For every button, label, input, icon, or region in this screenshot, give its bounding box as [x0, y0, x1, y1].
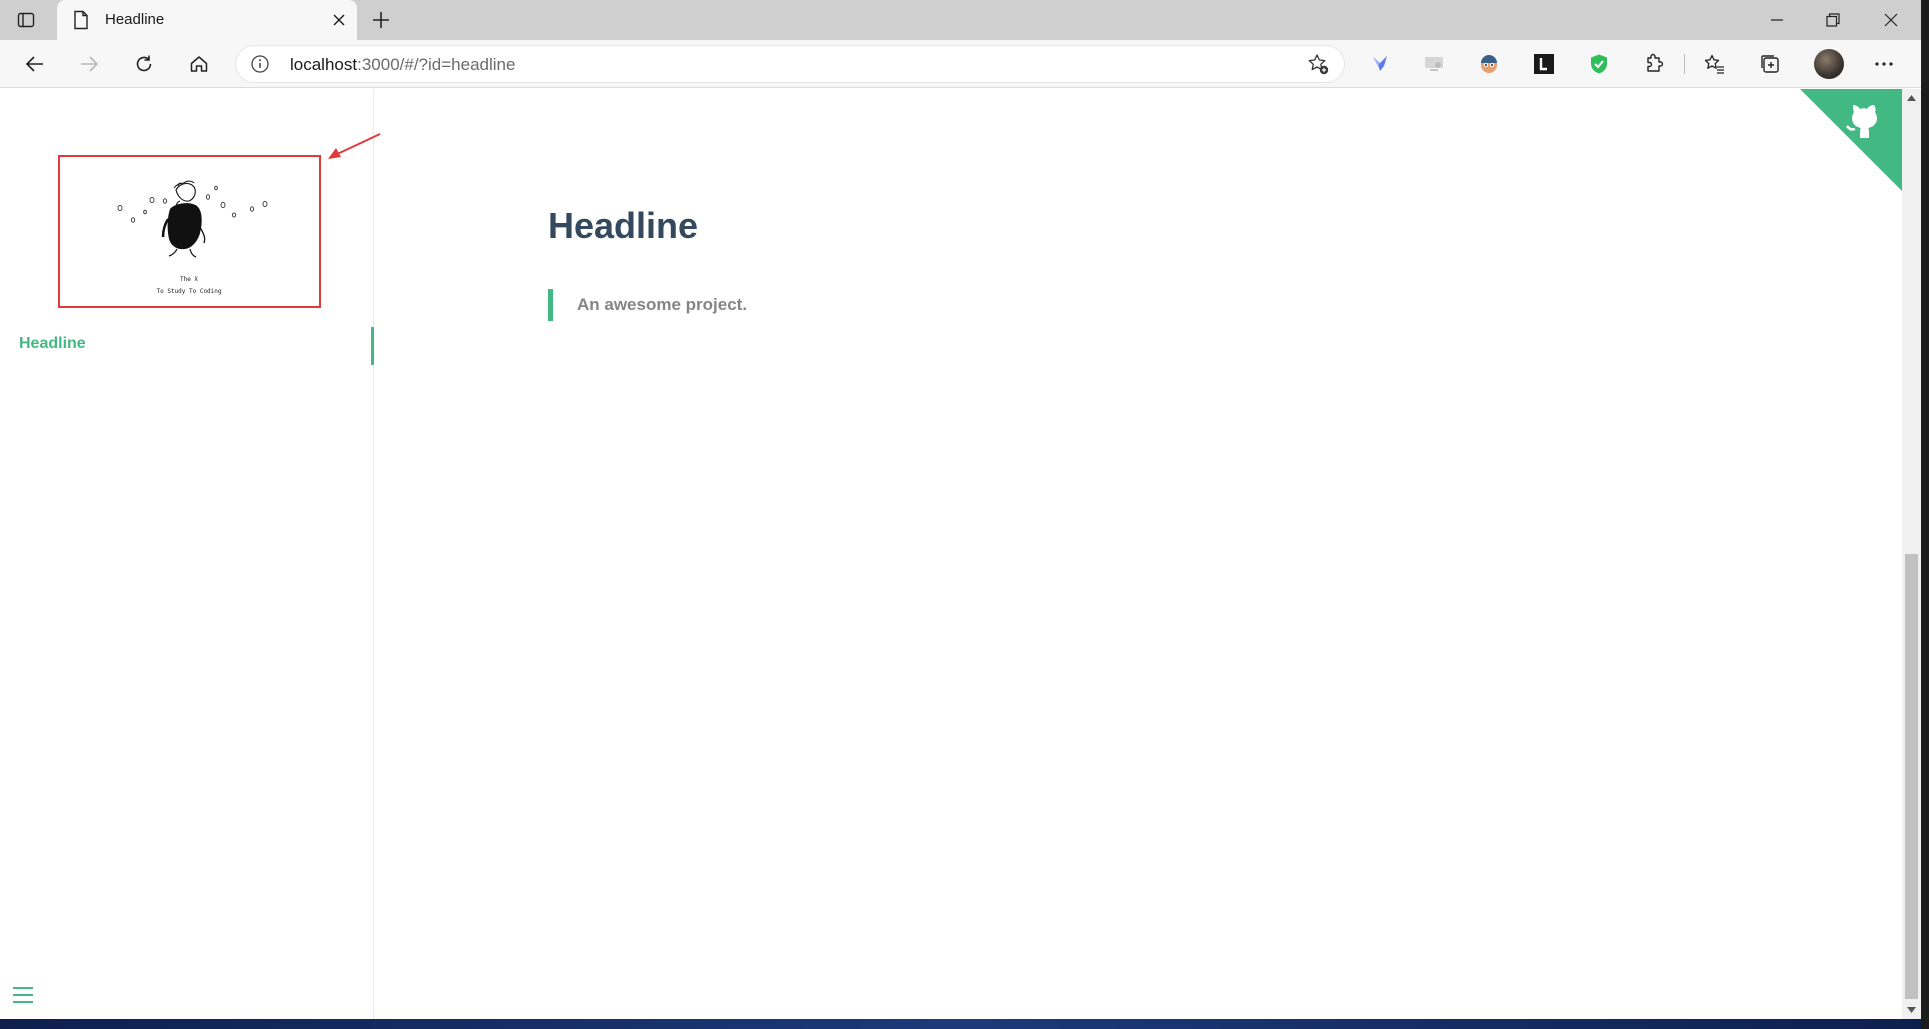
- screen-extension-icon[interactable]: [1420, 50, 1448, 78]
- refresh-icon[interactable]: [128, 48, 160, 80]
- star-plus-icon[interactable]: [1306, 52, 1330, 76]
- blockquote-text: An awesome project.: [577, 295, 748, 314]
- l-extension-icon[interactable]: [1530, 50, 1558, 78]
- menu-icon[interactable]: [12, 984, 34, 1006]
- minimize-icon[interactable]: [1749, 0, 1805, 40]
- forward-arrow-icon[interactable]: [73, 48, 105, 80]
- window-close-icon[interactable]: [1863, 0, 1919, 40]
- browser-tab[interactable]: Headline: [57, 0, 357, 40]
- scroll-down-icon[interactable]: [1902, 1001, 1921, 1019]
- face-extension-icon[interactable]: [1475, 50, 1503, 78]
- taskbar-strip: [0, 1019, 1921, 1029]
- window-edge: [1921, 0, 1929, 1029]
- shield-extension-icon[interactable]: [1585, 50, 1613, 78]
- browser-toolbar: localhost:3000/#/?id=headline: [0, 40, 1929, 88]
- restore-icon[interactable]: [1805, 0, 1861, 40]
- document-icon: [73, 10, 89, 30]
- scroll-up-icon[interactable]: [1902, 89, 1921, 107]
- sidebar-active-indicator: [371, 327, 374, 365]
- sidebar-logo[interactable]: The X To Study To Coding: [58, 155, 321, 308]
- tab-actions-icon[interactable]: [14, 8, 38, 32]
- back-arrow-icon[interactable]: [19, 48, 51, 80]
- toolbar-separator: [1684, 54, 1685, 74]
- more-icon[interactable]: [1870, 50, 1898, 78]
- sidebar: The X To Study To Coding Headline: [0, 89, 374, 1019]
- page-scrollbar[interactable]: [1902, 89, 1921, 1019]
- scroll-thumb[interactable]: [1905, 554, 1918, 999]
- logo-line-1: The X: [180, 276, 198, 283]
- tab-title: Headline: [105, 11, 165, 28]
- favorites-icon[interactable]: [1700, 50, 1728, 78]
- sidebar-item-headline[interactable]: Headline: [19, 335, 86, 353]
- page-viewport: The X To Study To Coding Headline Headli…: [0, 89, 1902, 1019]
- bird-extension-icon[interactable]: [1366, 50, 1394, 78]
- puzzle-icon[interactable]: [1640, 50, 1668, 78]
- address-bar[interactable]: localhost:3000/#/?id=headline: [236, 46, 1344, 82]
- url-host: localhost: [290, 55, 358, 74]
- page-title: Headline: [548, 205, 699, 246]
- plus-icon[interactable]: [368, 7, 394, 33]
- github-corner-icon[interactable]: [1800, 89, 1902, 191]
- url-text: localhost:3000/#/?id=headline: [290, 55, 515, 75]
- tab-strip: Headline: [0, 0, 1929, 40]
- home-icon[interactable]: [183, 48, 215, 80]
- avatar[interactable]: [1814, 49, 1844, 79]
- url-path: :3000/#/?id=headline: [357, 55, 516, 74]
- logo-line-2: To Study To Coding: [156, 288, 221, 295]
- info-icon[interactable]: [250, 54, 270, 74]
- collections-icon[interactable]: [1756, 50, 1784, 78]
- annotation-arrow: [328, 133, 381, 159]
- close-icon[interactable]: [327, 8, 351, 32]
- blockquote: An awesome project.: [548, 289, 747, 321]
